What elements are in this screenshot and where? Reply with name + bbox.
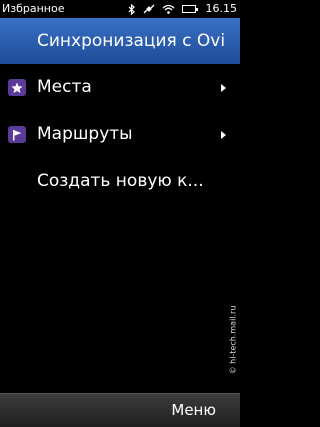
menu-item-label: Места: [37, 77, 92, 97]
status-time: 16.15: [205, 2, 238, 15]
menu-item-label: Маршруты: [37, 124, 133, 144]
wifi-icon: [162, 4, 175, 14]
watermark-text: © hi-tech.mail.ru: [228, 305, 238, 375]
page-title: Синхронизация с Ovi: [37, 31, 226, 51]
status-label: Избранное: [2, 2, 65, 15]
menu-item-routes[interactable]: Маршруты: [0, 111, 240, 158]
menu-list: Места Маршруты Создать новую к...: [0, 64, 240, 205]
menu-item-places[interactable]: Места: [0, 64, 240, 111]
menu-button[interactable]: Меню: [171, 394, 216, 427]
status-bar: Избранное 16.15: [0, 0, 240, 18]
title-bar: Синхронизация с Ovi: [0, 18, 240, 64]
bottom-bar: Меню: [0, 393, 240, 427]
chevron-right-icon: [221, 131, 226, 139]
flag-icon: [8, 126, 26, 143]
status-icons: [128, 0, 198, 18]
bluetooth-icon: [128, 3, 136, 15]
satellite-icon: [143, 4, 155, 15]
chevron-right-icon: [221, 84, 226, 92]
star-icon: [8, 79, 26, 96]
watermark: © hi-tech.mail.ru: [228, 292, 238, 388]
battery-icon: [182, 5, 198, 13]
menu-item-label: Создать новую к...: [37, 171, 204, 191]
menu-item-create-new[interactable]: Создать новую к...: [0, 158, 240, 205]
